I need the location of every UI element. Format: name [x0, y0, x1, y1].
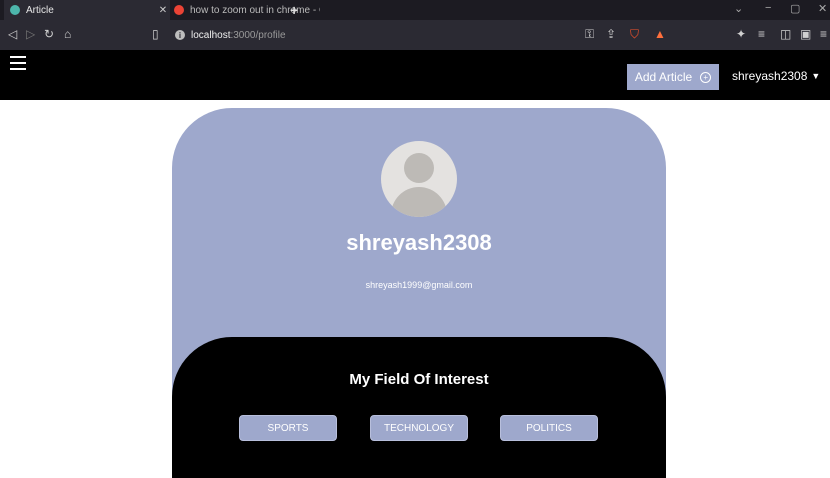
interest-chip-technology[interactable]: TECHNOLOGY — [370, 415, 468, 441]
wallet-icon[interactable]: ▣ — [800, 27, 811, 41]
minimize-icon[interactable]: − — [765, 2, 771, 14]
profile-card: shreyash2308 shreyash1999@gmail.com My F… — [172, 108, 666, 478]
react-favicon-icon — [10, 5, 20, 15]
reload-icon[interactable]: ↻ — [44, 27, 54, 41]
key-icon[interactable]: ⚿ — [585, 27, 594, 41]
interest-section: My Field Of Interest SPORTS TECHNOLOGY P… — [172, 337, 666, 478]
address-bar[interactable]: i localhost :3000/profile — [175, 25, 675, 45]
avatar — [381, 141, 457, 217]
interest-chip-sports[interactable]: SPORTS — [239, 415, 337, 441]
back-icon[interactable]: ◁ — [8, 27, 17, 41]
forward-icon[interactable]: ▷ — [26, 27, 35, 41]
tab-title: Article — [26, 4, 54, 16]
bookmark-icon[interactable]: ▯ — [152, 27, 159, 41]
rewards-icon[interactable]: ▲ — [654, 27, 666, 41]
menu-icon[interactable]: ≡ — [820, 27, 827, 41]
url-host: localhost — [191, 29, 231, 41]
browser-tab-bar: Article ✕ how to zoom out in chrome - Go… — [0, 0, 830, 20]
extensions-icon[interactable]: ✦ — [736, 27, 746, 41]
add-article-label: Add Article — [634, 70, 693, 84]
tab-list-icon[interactable]: ⌄ — [734, 2, 743, 15]
reading-list-icon[interactable]: ≡ — [758, 27, 765, 41]
plus-circle-icon: + — [700, 71, 712, 83]
avatar-body — [391, 187, 447, 217]
profile-email: shreyash1999@gmail.com — [365, 280, 473, 290]
share-icon[interactable]: ⇪ — [606, 27, 616, 41]
profile-username: shreyash2308 — [346, 230, 492, 255]
browser-toolbar: ◁ ▷ ↻ ⌂ ▯ i localhost :3000/profile ⚿ ⇪ … — [0, 20, 830, 50]
close-icon[interactable]: ✕ — [156, 5, 170, 16]
interest-title: My Field Of Interest — [349, 371, 489, 388]
avatar-head — [404, 153, 434, 183]
sidebar-icon[interactable]: ◫ — [780, 27, 791, 41]
google-favicon-icon — [174, 5, 184, 15]
maximize-icon[interactable]: ▢ — [790, 2, 800, 15]
user-dropdown[interactable]: shreyash2308 ▼ — [732, 69, 820, 83]
new-tab-icon[interactable]: + — [290, 2, 298, 18]
app-navbar: Add Article + shreyash2308 ▼ — [0, 50, 830, 100]
brave-shield-icon[interactable]: ⛉ — [630, 27, 639, 41]
url-path: :3000/profile — [230, 29, 286, 41]
close-window-icon[interactable]: ✕ — [818, 2, 827, 15]
caret-down-icon: ▼ — [811, 71, 821, 81]
tab-title: how to zoom out in chrome - Google — [190, 4, 320, 16]
tab-article[interactable]: Article ✕ — [4, 0, 170, 20]
interest-chip-politics[interactable]: POLITICS — [500, 415, 598, 441]
home-icon[interactable]: ⌂ — [64, 27, 71, 41]
add-article-button[interactable]: Add Article + — [627, 64, 719, 90]
user-dropdown-label: shreyash2308 — [732, 69, 808, 83]
hamburger-menu-icon[interactable] — [10, 56, 26, 70]
site-info-icon[interactable]: i — [175, 30, 185, 40]
